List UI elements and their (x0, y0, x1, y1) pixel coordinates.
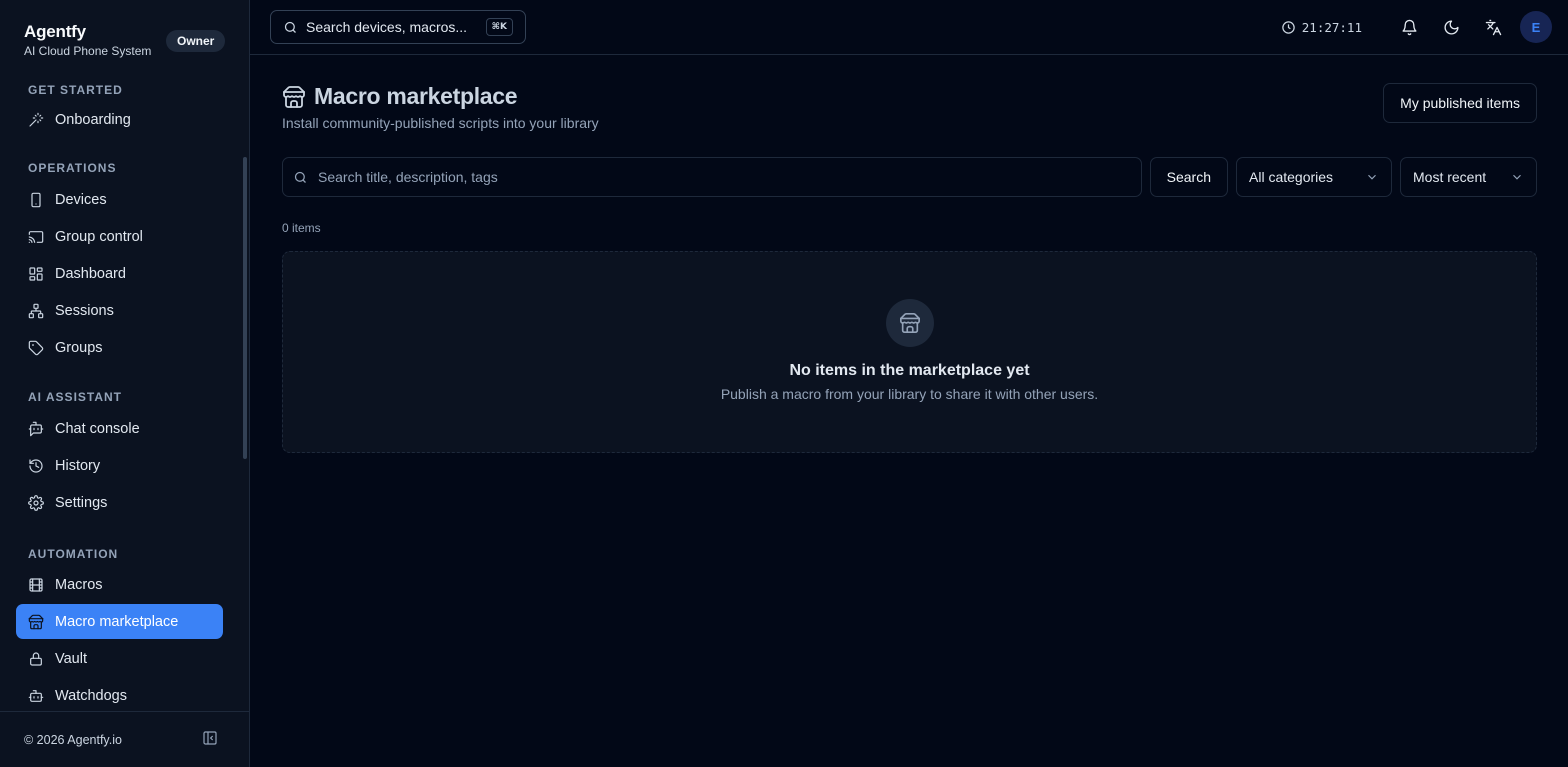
page-subtitle: Install community-published scripts into… (282, 115, 599, 131)
copyright: © 2026 Agentfy.io (24, 732, 122, 747)
section-title-get-started: GET STARTED (28, 83, 123, 97)
sidebar-item-label: Vault (55, 650, 87, 667)
sidebar: Agentfy AI Cloud Phone System Owner GET … (0, 0, 250, 767)
clock-time: 21:27:11 (1301, 19, 1362, 35)
page-header: Macro marketplace Install community-publ… (282, 83, 1537, 157)
moon-icon (1443, 19, 1459, 35)
store-icon (28, 614, 44, 630)
cast-icon (28, 229, 44, 245)
shortcut-badge: ⌘K (485, 18, 513, 36)
sidebar-item-macros[interactable]: Macros (16, 567, 223, 602)
sidebar-item-label: Sessions (55, 302, 114, 319)
store-icon (885, 299, 934, 347)
bot-chat-icon (28, 421, 44, 437)
sidebar-item-label: Onboarding (55, 111, 131, 128)
language-button[interactable] (1476, 10, 1510, 44)
empty-state: No items in the marketplace yet Publish … (282, 251, 1537, 453)
sidebar-item-label: Macros (55, 576, 103, 593)
dashboard-icon (28, 266, 44, 282)
sidebar-footer: © 2026 Agentfy.io (0, 711, 249, 767)
store-icon (283, 85, 305, 108)
sidebar-item-history[interactable]: History (16, 448, 223, 483)
sidebar-item-label: Groups (55, 339, 103, 356)
sort-select[interactable]: Most recent (1400, 157, 1537, 197)
filter-bar: Search All categories Most recent (282, 157, 1537, 197)
sidebar-item-dashboard[interactable]: Dashboard (16, 256, 223, 291)
avatar[interactable]: E (1520, 11, 1552, 43)
sidebar-item-macro-marketplace[interactable]: Macro marketplace (16, 604, 223, 639)
empty-state-title: No items in the marketplace yet (789, 362, 1030, 379)
sidebar-item-devices[interactable]: Devices (16, 182, 223, 217)
marketplace-search[interactable] (282, 157, 1142, 197)
page-content: Macro marketplace Install community-publ… (250, 55, 1568, 453)
chevron-down-icon (1368, 174, 1376, 180)
category-select[interactable]: All categories (1236, 157, 1392, 197)
sidebar-item-label: Macro marketplace (55, 613, 179, 630)
chevron-down-icon (1513, 174, 1521, 180)
item-count: 0 items (282, 221, 321, 235)
marketplace-search-input[interactable] (318, 169, 1131, 185)
role-badge: Owner (166, 30, 226, 52)
sidebar-item-group-control[interactable]: Group control (16, 219, 223, 254)
brand: Agentfy AI Cloud Phone System Owner (0, 0, 249, 72)
section-title-automation: AUTOMATION (28, 547, 119, 561)
category-select-value: All categories (1249, 169, 1334, 185)
page-title: Macro marketplace (314, 83, 518, 109)
sidebar-item-watchdogs[interactable]: Watchdogs (16, 678, 223, 711)
sidebar-item-label: Settings (55, 494, 108, 511)
sidebar-item-vault[interactable]: Vault (16, 641, 223, 676)
sidebar-item-groups[interactable]: Groups (16, 330, 223, 365)
clock: 21:27:11 (1281, 20, 1362, 35)
my-published-items-button[interactable]: My published items (1383, 83, 1537, 123)
film-icon (28, 577, 44, 593)
sidebar-item-label: Watchdogs (55, 687, 127, 704)
notifications-button[interactable] (1392, 10, 1426, 44)
sidebar-item-label: Devices (55, 191, 107, 208)
search-icon (284, 21, 296, 33)
sort-select-value: Most recent (1413, 169, 1487, 185)
empty-state-text: Publish a macro from your library to sha… (720, 386, 1099, 402)
translate-icon (1485, 19, 1501, 35)
sidebar-nav: GET STARTED Onboarding OPERATIONS Device… (0, 72, 249, 711)
sidebar-item-chat-console[interactable]: Chat console (16, 411, 223, 446)
search-button[interactable]: Search (1149, 157, 1228, 197)
sidebar-item-onboarding[interactable]: Onboarding (16, 102, 223, 137)
network-icon (28, 303, 44, 319)
search-icon (294, 171, 306, 183)
sidebar-item-settings[interactable]: Settings (16, 485, 223, 520)
history-icon (28, 458, 44, 474)
section-title-operations: OPERATIONS (28, 161, 117, 175)
sidebar-item-sessions[interactable]: Sessions (16, 293, 223, 328)
section-title-ai-assistant: AI ASSISTANT (28, 390, 123, 404)
sidebar-scrollbar[interactable] (243, 157, 247, 459)
lock-icon (28, 651, 44, 667)
wand-icon (28, 112, 44, 128)
sidebar-item-label: Chat console (55, 420, 140, 437)
topbar-right: 21:27:11 E (1281, 10, 1552, 44)
global-search-placeholder: Search devices, macros... (306, 19, 468, 35)
theme-toggle-button[interactable] (1434, 10, 1468, 44)
gear-icon (28, 494, 44, 511)
main-area: Search devices, macros... ⌘K 21:27:11 E (250, 0, 1568, 767)
sidebar-item-label: History (55, 457, 101, 474)
tag-icon (28, 340, 44, 356)
bell-icon (1401, 19, 1417, 35)
sidebar-item-label: Dashboard (55, 265, 126, 282)
smartphone-icon (28, 192, 44, 208)
topbar: Search devices, macros... ⌘K 21:27:11 E (250, 0, 1568, 55)
collapse-sidebar-icon[interactable] (202, 730, 218, 749)
bot-icon (28, 688, 44, 704)
global-search[interactable]: Search devices, macros... ⌘K (270, 10, 526, 44)
sidebar-item-label: Group control (55, 228, 143, 245)
clock-icon (1282, 20, 1295, 34)
